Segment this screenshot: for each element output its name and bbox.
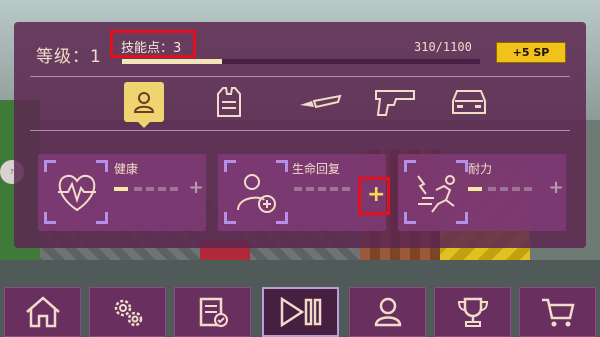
gears-icon <box>114 299 142 327</box>
skill-icon-frame <box>404 160 468 224</box>
person-plus-icon <box>237 174 276 213</box>
nav-shop[interactable] <box>519 287 596 337</box>
cart-icon <box>541 298 575 327</box>
skill-name: 耐力 <box>468 162 493 176</box>
buy-sp-button[interactable]: +5 SP <box>496 42 566 63</box>
nav-tasks[interactable] <box>174 287 251 337</box>
skill-points-label: 技能点：3 <box>110 30 196 58</box>
category-tabs <box>122 82 486 128</box>
trophy-icon <box>457 297 488 327</box>
bottom-nav <box>0 287 600 337</box>
skill-icon-frame <box>44 160 108 224</box>
xp-progress-bar <box>122 59 480 64</box>
skill-name: 健康 <box>114 162 139 176</box>
heart-pulse-icon <box>58 174 96 212</box>
player-level-label: 等级：1 <box>36 47 102 67</box>
home-icon <box>25 296 60 328</box>
skills-panel: 等级：1 技能点：3 310/1100 +5 SP 健康 + 生命回复 耐力 + <box>14 22 586 248</box>
car-icon <box>452 90 486 114</box>
tab-pistol[interactable] <box>370 82 420 122</box>
nav-profile[interactable] <box>349 287 426 337</box>
checklist-icon <box>199 297 228 327</box>
skill-card-stamina: 耐力 + <box>398 154 566 231</box>
regen-upgrade-button[interactable]: + <box>358 177 390 215</box>
skill-name: 生命回复 <box>292 162 341 176</box>
upgrade-button[interactable]: + <box>548 178 564 198</box>
person-icon <box>374 297 401 327</box>
nav-play-pause[interactable] <box>262 287 339 337</box>
upgrade-button[interactable]: + <box>188 178 204 198</box>
tab-character[interactable] <box>124 82 164 128</box>
vest-icon <box>217 87 241 117</box>
xp-progress-fill <box>122 59 223 64</box>
nav-home[interactable] <box>4 287 81 337</box>
knife-icon <box>300 94 342 109</box>
nav-settings[interactable] <box>89 287 166 337</box>
pistol-icon <box>375 90 415 116</box>
skill-level-track <box>294 186 364 192</box>
skill-card-health: 健康 + <box>38 154 206 231</box>
tab-knife[interactable] <box>294 82 346 122</box>
runner-icon <box>417 175 455 213</box>
skill-level-track <box>114 186 184 192</box>
divider <box>30 76 570 77</box>
skill-level-track <box>468 186 538 192</box>
tab-armor[interactable] <box>209 82 249 122</box>
tab-car[interactable] <box>446 82 492 122</box>
nav-trophy[interactable] <box>434 287 511 337</box>
xp-text: 310/1100 <box>414 40 472 54</box>
divider <box>30 130 570 131</box>
skill-icon-frame <box>224 160 288 224</box>
play-pause-icon <box>280 297 321 327</box>
person-icon <box>133 92 155 113</box>
